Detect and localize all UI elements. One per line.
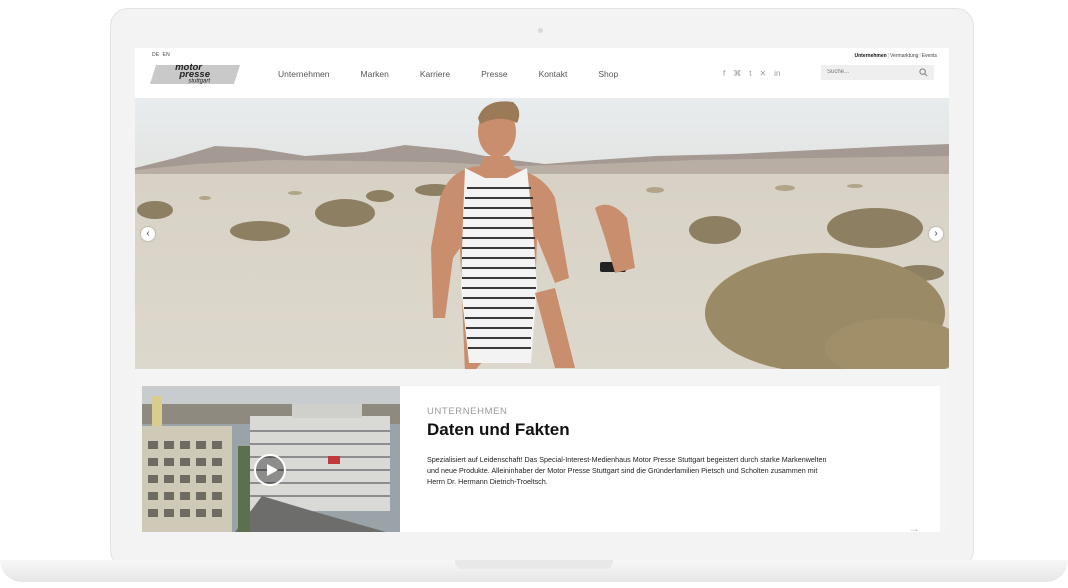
camera-dot xyxy=(538,28,543,33)
nav-item-shop[interactable]: Shop xyxy=(598,69,618,79)
browser-screen: DE EN motor presse stuttgart Unternehmen|… xyxy=(135,48,949,532)
play-button[interactable] xyxy=(254,454,286,486)
xing-icon[interactable]: ⌘ xyxy=(733,69,741,78)
top-links: Unternehmen|Vermarktung|Events xyxy=(853,53,937,59)
lang-de[interactable]: DE xyxy=(152,52,160,58)
motor-presse-logo[interactable]: motor presse stuttgart xyxy=(150,61,240,84)
search-icon[interactable] xyxy=(919,68,928,77)
slider-next-arrow[interactable]: › xyxy=(929,227,943,241)
teaser-body: Spezialisiert auf Leidenschaft! Das Spec… xyxy=(427,455,827,486)
top-link-separator: | xyxy=(919,53,921,59)
facebook-icon[interactable]: f xyxy=(723,69,725,78)
search-box xyxy=(821,65,934,80)
nav-item-presse[interactable]: Presse xyxy=(481,69,507,79)
linkedin-icon[interactable]: in xyxy=(774,69,780,78)
top-link-events[interactable]: Events xyxy=(922,53,937,59)
lang-en[interactable]: EN xyxy=(163,52,171,58)
teaser-headline[interactable]: Daten und Fakten xyxy=(427,420,570,440)
top-link-vermarktung[interactable]: Vermarktung xyxy=(890,53,918,59)
language-switcher: DE EN xyxy=(152,52,173,58)
teaser-eyebrow: UNTERNEHMEN xyxy=(427,406,508,417)
content-area: UNTERNEHMEN Daten und Fakten Spezialisie… xyxy=(135,369,949,532)
nav-item-unternehmen[interactable]: Unternehmen xyxy=(278,69,330,79)
teaser-video-thumbnail[interactable] xyxy=(142,386,400,532)
hero-slider: ‹ › xyxy=(135,98,949,369)
nav-item-karriere[interactable]: Karriere xyxy=(420,69,450,79)
social-icons: f ⌘ t ✕ in xyxy=(723,69,780,78)
laptop-base-notch xyxy=(455,560,613,569)
xing-alt-icon[interactable]: ✕ xyxy=(759,69,766,78)
more-arrow-icon[interactable]: → xyxy=(908,521,920,532)
nav-item-marken[interactable]: Marken xyxy=(361,69,389,79)
slider-prev-arrow[interactable]: ‹ xyxy=(141,227,155,241)
logo-line-stuttgart: stuttgart xyxy=(188,79,210,85)
twitter-icon[interactable]: t xyxy=(749,69,751,78)
teaser-card: UNTERNEHMEN Daten und Fakten Spezialisie… xyxy=(142,386,940,532)
search-input[interactable] xyxy=(827,67,912,77)
hero-image xyxy=(135,98,949,369)
main-navigation: Unternehmen Marken Karriere Presse Konta… xyxy=(278,69,649,79)
play-icon xyxy=(267,464,278,476)
top-link-separator: | xyxy=(887,53,890,59)
top-link-unternehmen[interactable]: Unternehmen xyxy=(854,53,886,59)
nav-item-kontakt[interactable]: Kontakt xyxy=(539,69,568,79)
